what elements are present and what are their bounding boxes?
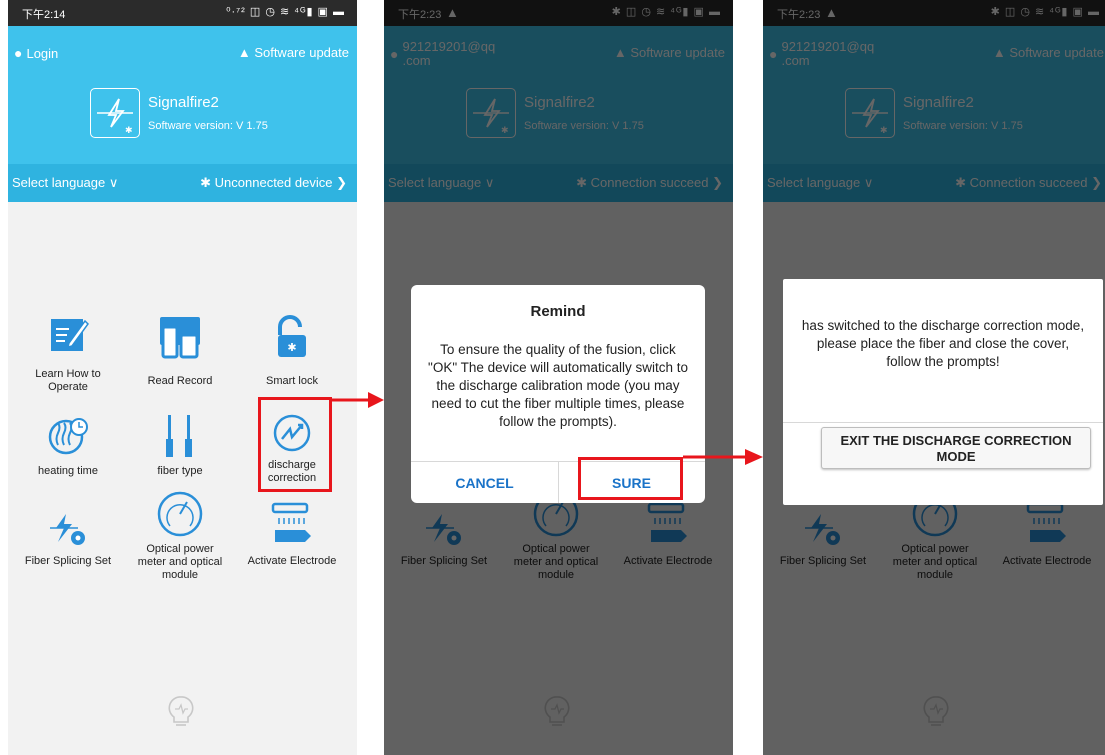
unlock-icon: ✱ [278, 315, 306, 357]
power-meter-gauge-icon [157, 491, 203, 537]
discharge-mode-dialog: has switched to the discharge correction… [783, 279, 1103, 505]
highlight-discharge-correction [258, 397, 332, 492]
electrode-icon [271, 502, 311, 542]
menu-label: fiber type [157, 465, 203, 477]
language-bar: Select language ∨ ✱ Unconnected device ❯ [8, 164, 357, 202]
phone-screen-1: 下午2:14 ⁰·⁷² ◫ ◷ ≋ ⁴ᴳ▮ ▣ ▬ ● Login ▲ Soft… [8, 0, 357, 755]
connection-status: Unconnected device [214, 175, 333, 190]
highlight-sure-button [578, 457, 683, 500]
splicing-gear-icon [50, 514, 85, 545]
select-language-dropdown[interactable]: Select language ∨ [12, 175, 118, 191]
lightning-logo-icon: ✱ [97, 98, 133, 135]
devices-icon [160, 317, 200, 359]
app-header: ● Login ▲ Software update ✱ Signalfire2 … [8, 26, 357, 164]
menu-read-record[interactable]: Read Record [125, 315, 235, 387]
menu-label: Smart lock [266, 375, 318, 387]
status-icons: ⁰·⁷² ◫ ◷ ≋ ⁴ᴳ▮ ▣ ▬ [226, 6, 345, 18]
svg-text:✱: ✱ [287, 342, 296, 354]
edit-note-icon [51, 319, 89, 351]
menu-label: heating time [38, 465, 98, 477]
fiber-tools-icon [166, 415, 192, 457]
menu-label: Learn How to [35, 368, 101, 380]
arrow-right-icon [683, 449, 763, 465]
menu-label: Read Record [147, 375, 213, 387]
menu-optical-power-meter[interactable]: Optical power meter and optical module [125, 490, 235, 590]
menu-label: meter and optical [137, 556, 223, 568]
device-connection-button[interactable]: ✱ Unconnected device ❯ [200, 175, 347, 191]
software-update-label: Software update [254, 45, 349, 60]
menu-label: module [161, 569, 199, 578]
menu-learn-operate[interactable]: Learn How to Operate [13, 315, 123, 395]
divider [783, 422, 1103, 423]
arrow-right-icon [332, 392, 384, 408]
select-language-label: Select language [12, 175, 106, 190]
chevron-down-icon: ∨ [108, 175, 119, 190]
svg-text:✱: ✱ [125, 125, 133, 135]
app-version: Software version: V 1.75 [148, 120, 268, 132]
chevron-right-icon: ❯ [336, 175, 347, 190]
menu-fiber-splicing-set[interactable]: Fiber Splicing Set [13, 510, 123, 570]
menu-heating-time[interactable]: heating time [13, 415, 123, 485]
dialog-message: has switched to the discharge correction… [801, 318, 1085, 369]
status-time: 下午2:14 [22, 9, 66, 21]
login-button[interactable]: ● Login [14, 45, 58, 61]
exit-discharge-correction-button[interactable]: EXIT THE DISCHARGE CORRECTION MODE [821, 427, 1091, 469]
menu-smart-lock[interactable]: ✱ Smart lock [237, 315, 347, 387]
menu-label: Activate Electrode [247, 555, 337, 567]
lightbulb-icon [168, 696, 194, 726]
menu-activate-electrode[interactable]: Activate Electrode [237, 502, 347, 572]
heating-clock-icon [48, 418, 88, 455]
software-update-button[interactable]: ▲ Software update [238, 45, 349, 60]
app-name: Signalfire2 [148, 94, 219, 111]
login-label: Login [26, 45, 59, 61]
bluetooth-icon: ✱ [200, 175, 212, 190]
dialog-message: To ensure the quality of the fusion, cli… [428, 342, 688, 429]
user-icon: ● [14, 45, 23, 61]
status-bar: 下午2:14 ⁰·⁷² ◫ ◷ ≋ ⁴ᴳ▮ ▣ ▬ [8, 0, 357, 26]
menu-label: Optical power [146, 543, 214, 555]
dialog-title: Remind [530, 303, 586, 320]
menu-label: Fiber Splicing Set [24, 555, 112, 567]
menu-label: Operate [48, 381, 88, 393]
cancel-button[interactable]: CANCEL [411, 475, 558, 491]
upload-circle-icon: ▲ [237, 45, 251, 60]
menu-fiber-type[interactable]: fiber type [125, 413, 235, 485]
app-logo: ✱ [90, 88, 140, 138]
